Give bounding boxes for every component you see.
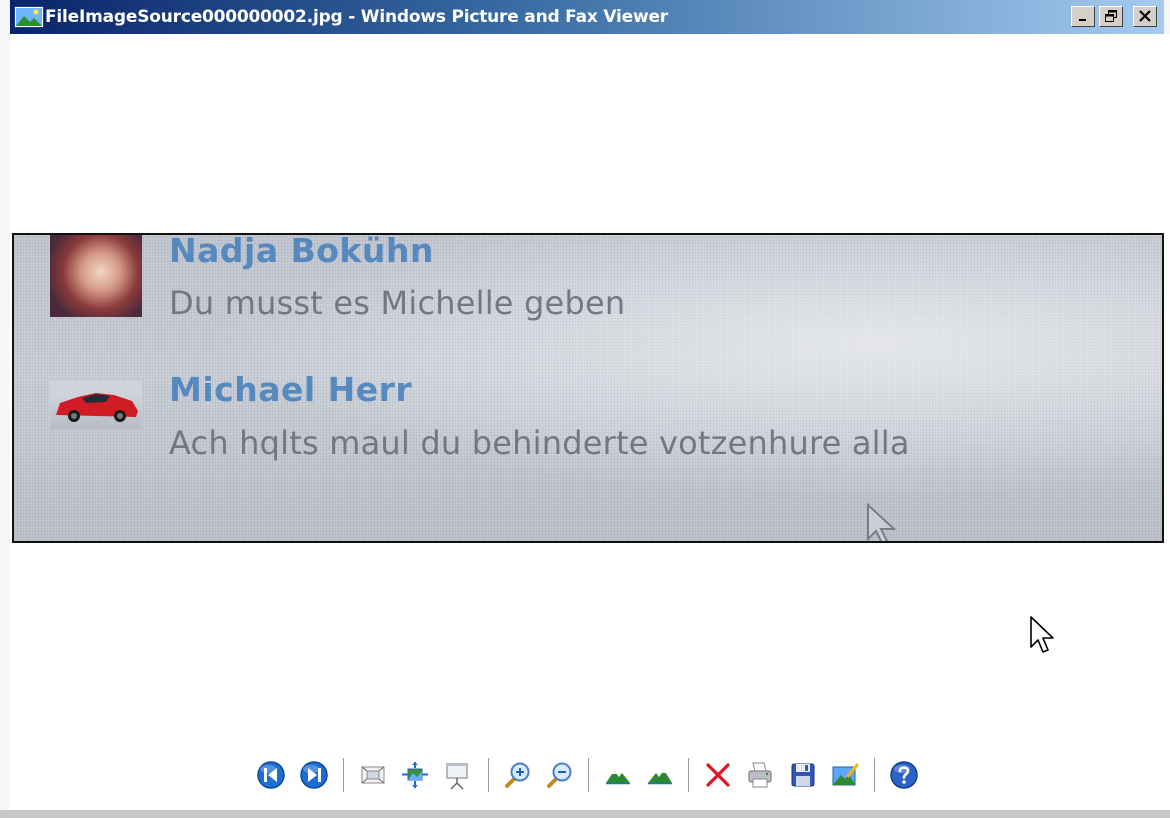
previous-image-button[interactable] bbox=[255, 759, 287, 791]
minimize-icon bbox=[1079, 19, 1086, 21]
window-title: FileImageSource000000002.jpg - Windows P… bbox=[45, 7, 668, 27]
rotate-clockwise-icon bbox=[606, 771, 630, 785]
next-icon bbox=[300, 761, 328, 789]
print-button[interactable] bbox=[744, 759, 776, 791]
actual-size-icon bbox=[402, 762, 428, 788]
window-bottom-border bbox=[0, 810, 1170, 818]
best-fit-button[interactable] bbox=[357, 759, 389, 791]
help-icon bbox=[890, 761, 918, 789]
next-image-button[interactable] bbox=[298, 759, 330, 791]
toolbar-separator bbox=[688, 758, 689, 792]
red-car-avatar bbox=[50, 381, 142, 429]
restore-button[interactable] bbox=[1099, 6, 1123, 27]
actual-size-button[interactable] bbox=[399, 759, 431, 791]
print-icon bbox=[748, 762, 772, 788]
edit-image-button[interactable] bbox=[829, 759, 861, 791]
post-message: Du musst es Michelle geben bbox=[169, 284, 626, 322]
toolbar-separator bbox=[588, 758, 589, 792]
toolbar bbox=[10, 752, 1170, 800]
picture-viewer-icon bbox=[14, 6, 44, 28]
edit-icon bbox=[832, 763, 860, 786]
zoom-in-button[interactable] bbox=[501, 759, 533, 791]
help-button[interactable] bbox=[888, 759, 920, 791]
delete-icon bbox=[706, 763, 730, 787]
image-viewer-area: Nadja Bokühn Du musst es Michelle geben … bbox=[10, 34, 1170, 810]
minimize-button[interactable] bbox=[1071, 6, 1095, 27]
rotate-clockwise-button[interactable] bbox=[602, 759, 634, 791]
save-copy-button[interactable] bbox=[787, 759, 819, 791]
delete-button[interactable] bbox=[702, 759, 734, 791]
displayed-photo: Nadja Bokühn Du musst es Michelle geben … bbox=[12, 233, 1164, 543]
best-fit-icon bbox=[361, 766, 385, 784]
toolbar-separator bbox=[343, 758, 344, 792]
rotate-counterclockwise-button[interactable] bbox=[644, 759, 676, 791]
avatar-photo bbox=[50, 235, 142, 317]
previous-icon bbox=[257, 761, 285, 789]
mouse-cursor-icon bbox=[1030, 616, 1054, 653]
close-button[interactable] bbox=[1133, 6, 1157, 27]
toolbar-separator bbox=[488, 758, 489, 792]
post-author-name: Nadja Bokühn bbox=[169, 233, 434, 270]
save-icon bbox=[791, 763, 815, 787]
close-icon bbox=[1139, 10, 1151, 22]
post-message: Ach hqlts maul du behinderte votzenhure … bbox=[169, 424, 910, 462]
zoom-out-button[interactable] bbox=[543, 759, 575, 791]
zoom-in-icon bbox=[505, 762, 530, 788]
post-author-name: Michael Herr bbox=[169, 370, 413, 409]
restore-icon bbox=[1105, 10, 1117, 22]
toolbar-separator bbox=[874, 758, 875, 792]
photo-cursor-icon bbox=[867, 503, 897, 541]
slideshow-button[interactable] bbox=[441, 759, 473, 791]
zoom-out-icon bbox=[547, 762, 572, 788]
rotate-counterclockwise-icon bbox=[648, 770, 672, 785]
title-bar[interactable]: FileImageSource000000002.jpg - Windows P… bbox=[10, 0, 1164, 34]
slideshow-icon bbox=[446, 763, 468, 790]
